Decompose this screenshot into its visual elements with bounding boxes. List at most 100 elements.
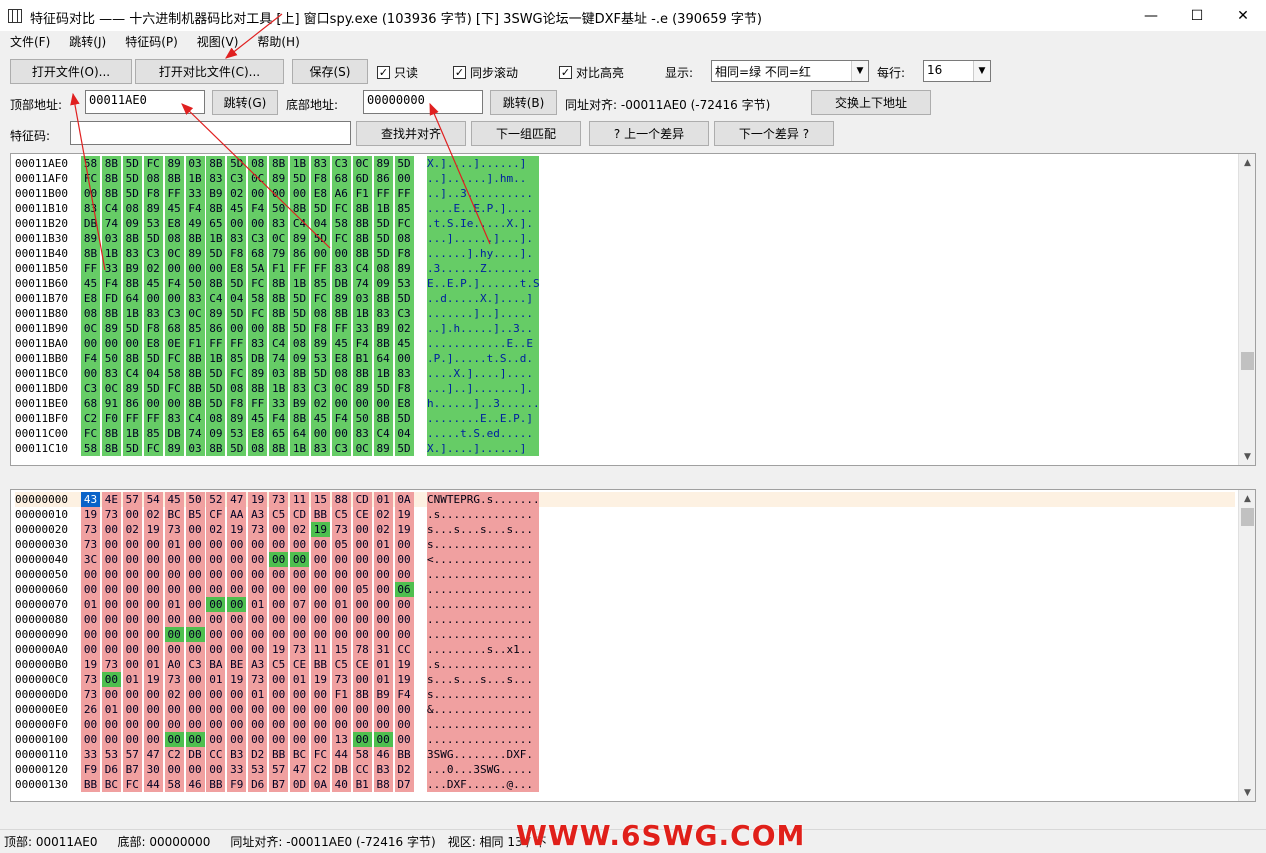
hex-byte[interactable]: 00 xyxy=(206,702,226,717)
hex-byte[interactable]: 00 xyxy=(185,627,205,642)
hex-byte[interactable]: 1B xyxy=(290,441,309,456)
hex-byte[interactable]: 00 xyxy=(248,627,268,642)
hex-byte[interactable]: C2 xyxy=(310,762,330,777)
hex-byte[interactable]: A3 xyxy=(248,507,268,522)
hex-byte[interactable]: 83 xyxy=(394,366,414,381)
hex-byte[interactable]: 00 xyxy=(185,702,205,717)
hex-byte[interactable]: 73 xyxy=(248,522,268,537)
hex-byte[interactable]: 83 xyxy=(331,261,351,276)
hex-byte[interactable]: 00 xyxy=(269,627,289,642)
hex-byte[interactable]: 5D xyxy=(394,156,414,171)
hex-byte[interactable]: FF xyxy=(373,186,393,201)
hex-byte[interactable]: 8B xyxy=(269,291,289,306)
hex-byte[interactable]: 00 xyxy=(373,597,393,612)
hex-byte[interactable]: 53 xyxy=(101,747,121,762)
hex-byte[interactable]: 85 xyxy=(227,351,247,366)
hex-byte[interactable]: BE xyxy=(227,657,247,672)
next-group-button[interactable]: 下一组匹配 xyxy=(471,121,581,146)
hex-byte[interactable]: B3 xyxy=(227,747,247,762)
hex-byte[interactable]: 85 xyxy=(394,201,414,216)
hex-byte[interactable]: B8 xyxy=(373,777,393,792)
hex-byte[interactable]: 00 xyxy=(248,702,268,717)
hex-byte[interactable]: 8B xyxy=(122,231,142,246)
hex-byte[interactable]: 00 xyxy=(206,582,226,597)
hex-byte[interactable]: 03 xyxy=(101,231,121,246)
hex-byte[interactable]: 45 xyxy=(248,411,268,426)
hex-byte[interactable]: 00 xyxy=(143,732,163,747)
hex-byte[interactable]: 19 xyxy=(227,522,247,537)
hex-byte[interactable]: 00 xyxy=(143,627,163,642)
hex-byte[interactable]: D6 xyxy=(101,762,121,777)
hex-byte[interactable]: 09 xyxy=(206,426,226,441)
hex-byte[interactable]: 73 xyxy=(248,672,268,687)
hex-byte[interactable]: 00 xyxy=(101,522,121,537)
hex-byte[interactable]: 01 xyxy=(290,672,309,687)
hex-byte[interactable]: 89 xyxy=(122,381,142,396)
hex-row[interactable]: 00000100 00 00 00 00 00 00 00 00 00 00 00 00 13 00 00 00… xyxy=(15,732,1235,747)
hex-row[interactable]: 00000130 BB BC FC 44 58 46 BB F9 D6 B7 0D 0A 40 B1 B8 D7… xyxy=(15,777,1235,792)
hex-byte[interactable]: 5D xyxy=(310,231,330,246)
hex-byte[interactable]: 33 xyxy=(352,321,372,336)
hex-byte[interactable]: 00 xyxy=(248,612,268,627)
hex-byte[interactable]: BB xyxy=(310,507,330,522)
hex-byte[interactable]: 00 xyxy=(164,552,184,567)
hex-byte[interactable]: 00 xyxy=(331,702,351,717)
hex-byte[interactable]: 89 xyxy=(81,231,100,246)
hex-byte[interactable]: FF xyxy=(394,186,414,201)
hex-byte[interactable]: 45 xyxy=(310,411,330,426)
hex-byte[interactable]: 00 xyxy=(227,717,247,732)
hex-byte[interactable]: 08 xyxy=(394,231,414,246)
hex-byte[interactable]: C3 xyxy=(185,657,205,672)
hex-byte[interactable]: CF xyxy=(206,507,226,522)
hex-byte[interactable]: 00 xyxy=(122,612,142,627)
hex-byte[interactable]: 00 xyxy=(394,612,414,627)
per-line-select[interactable]: 16 ▼ xyxy=(923,60,991,82)
hex-byte[interactable]: 00 xyxy=(227,627,247,642)
hex-byte[interactable]: 00 xyxy=(373,732,393,747)
hex-byte[interactable]: 00 xyxy=(310,732,330,747)
hex-byte[interactable]: 8B xyxy=(331,306,351,321)
hex-byte[interactable]: 07 xyxy=(290,597,309,612)
hex-byte[interactable]: 00 xyxy=(394,627,414,642)
hex-byte[interactable]: 5D xyxy=(143,381,163,396)
scroll-thumb[interactable] xyxy=(1241,352,1254,370)
hex-byte[interactable]: DB xyxy=(331,762,351,777)
hex-row[interactable]: 000000E0 26 01 00 00 00 00 00 00 00 00 00 00 00 00 00 00… xyxy=(15,702,1235,717)
hex-row[interactable]: 000000D0 73 00 00 00 02 00 00 00 01 00 00 00 F1 8B B9 F4… xyxy=(15,687,1235,702)
hex-byte[interactable]: 00 xyxy=(290,627,309,642)
hex-byte[interactable]: 01 xyxy=(248,687,268,702)
hex-byte[interactable]: 00 xyxy=(227,552,247,567)
hex-byte[interactable]: 01 xyxy=(164,537,184,552)
hex-byte[interactable]: 58 xyxy=(81,441,100,456)
hex-byte[interactable]: 68 xyxy=(81,396,100,411)
hex-byte[interactable]: 00 xyxy=(206,612,226,627)
top-scrollbar[interactable]: ▲ ▼ xyxy=(1238,154,1255,465)
hex-byte[interactable]: 0C xyxy=(101,381,121,396)
hex-byte[interactable]: 00 xyxy=(269,582,289,597)
hex-byte[interactable]: 00 xyxy=(122,702,142,717)
hex-byte[interactable]: 5D xyxy=(394,441,414,456)
hex-byte[interactable]: F4 xyxy=(81,351,100,366)
hex-byte[interactable]: 00 xyxy=(185,612,205,627)
hex-byte[interactable]: 73 xyxy=(331,672,351,687)
hex-byte[interactable]: 00 xyxy=(101,642,121,657)
hex-byte[interactable]: F1 xyxy=(331,687,351,702)
menu-help[interactable]: 帮助(H) xyxy=(255,33,301,50)
hex-byte[interactable]: 02 xyxy=(373,522,393,537)
hex-byte[interactable]: 00 xyxy=(227,732,247,747)
hex-byte[interactable]: 00 xyxy=(143,552,163,567)
hex-byte[interactable]: FF xyxy=(122,411,142,426)
hex-byte[interactable]: 8B xyxy=(122,276,142,291)
hex-byte[interactable]: F4 xyxy=(248,201,268,216)
menu-jump[interactable]: 跳转(J) xyxy=(67,33,108,50)
hex-byte[interactable]: 5D xyxy=(122,441,142,456)
hex-byte[interactable]: 45 xyxy=(164,492,184,507)
hex-byte[interactable]: 1B xyxy=(206,231,226,246)
hex-byte[interactable]: FC xyxy=(331,231,351,246)
hex-byte[interactable]: 00 xyxy=(248,537,268,552)
hex-byte[interactable]: 1B xyxy=(206,351,226,366)
prev-diff-button[interactable]: ? 上一个差异 xyxy=(589,121,709,146)
hex-byte[interactable]: 5D xyxy=(290,306,309,321)
hex-byte[interactable]: FC xyxy=(81,426,100,441)
hex-byte[interactable]: 73 xyxy=(81,687,100,702)
